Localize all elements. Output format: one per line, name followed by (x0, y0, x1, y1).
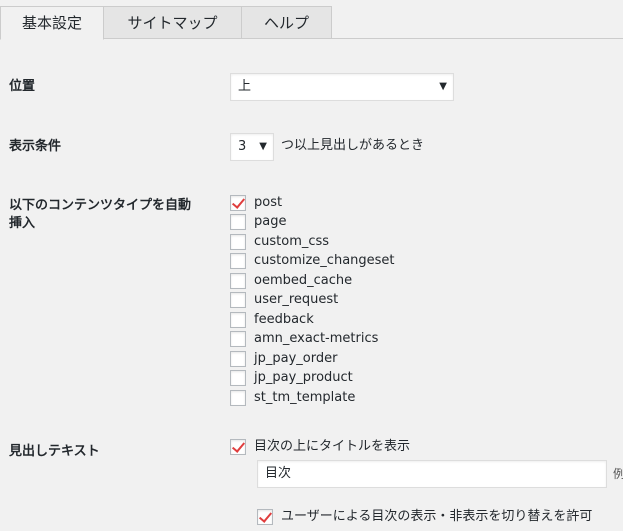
tab-help[interactable]: ヘルプ (241, 6, 332, 39)
title-text-input[interactable]: 目次 (257, 460, 607, 488)
position-select-value: 上 (238, 79, 252, 94)
caret-down-icon: ▼ (259, 141, 267, 152)
display-condition-suffix: つ以上見出しがあるとき (281, 138, 425, 153)
checkbox-customize-changeset[interactable] (230, 253, 246, 269)
example-hint-text: 例 (613, 467, 623, 481)
content-type-label: feedback (254, 312, 314, 327)
checkbox-show-title[interactable] (230, 439, 246, 455)
display-condition-label: 表示条件 (9, 139, 62, 154)
content-types-label: 以下のコンテンツタイプを自動 挿入 (9, 197, 191, 233)
checkbox-amn-exact-metrics[interactable] (230, 331, 246, 347)
heading-count-select[interactable]: 3 ▼ (230, 133, 274, 161)
content-type-label: post (254, 195, 283, 210)
caret-down-icon: ▼ (439, 81, 447, 92)
content-type-label: user_request (254, 292, 339, 307)
content-type-label: st_tm_template (254, 390, 356, 405)
checkbox-custom-css[interactable] (230, 234, 246, 250)
checkbox-user-request[interactable] (230, 292, 246, 308)
position-select[interactable]: 上 ▼ (230, 73, 454, 101)
checkbox-post[interactable] (230, 195, 246, 211)
content-type-label: oembed_cache (254, 273, 353, 288)
toggle-visibility-label: ユーザーによる目次の表示・非表示を切り替えを許可 (281, 509, 593, 524)
content-type-label: page (254, 214, 287, 229)
content-type-label: customize_changeset (254, 253, 395, 268)
content-type-label: custom_css (254, 234, 330, 249)
checkbox-page[interactable] (230, 214, 246, 230)
content-type-label: jp_pay_product (254, 370, 353, 385)
checkbox-feedback[interactable] (230, 312, 246, 328)
checkbox-jp-pay-product[interactable] (230, 370, 246, 386)
checkbox-oembed-cache[interactable] (230, 273, 246, 289)
heading-count-value: 3 (238, 139, 247, 154)
heading-text-label: 見出しテキスト (9, 444, 100, 459)
tab-basic-settings[interactable]: 基本設定 (0, 6, 104, 40)
position-label: 位置 (9, 79, 36, 94)
title-text-value: 目次 (265, 466, 292, 481)
checkbox-jp-pay-order[interactable] (230, 351, 246, 367)
checkbox-st-tm-template[interactable] (230, 390, 246, 406)
content-type-label: amn_exact-metrics (254, 331, 379, 346)
content-type-label: jp_pay_order (254, 351, 338, 366)
checkbox-toggle-visibility[interactable] (257, 509, 273, 525)
tab-sitemap[interactable]: サイトマップ (103, 6, 242, 39)
tab-bar: 基本設定 サイトマップ ヘルプ (0, 0, 623, 40)
show-title-label: 目次の上にタイトルを表示 (254, 439, 411, 454)
content-types-label-line1: 以下のコンテンツタイプを自動 (9, 198, 192, 213)
content-types-label-line2: 挿入 (9, 216, 36, 231)
